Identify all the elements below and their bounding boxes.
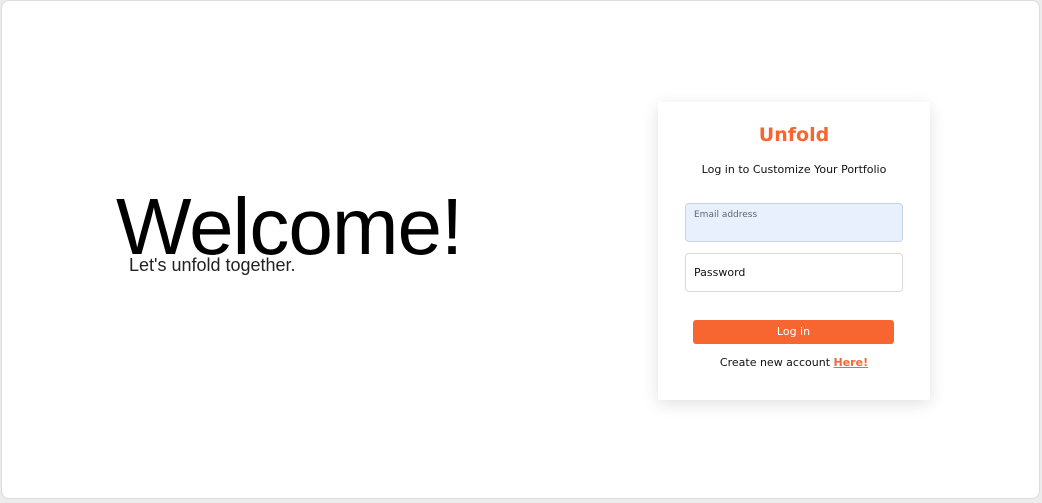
password-field-label: Password: [694, 266, 746, 279]
login-card: Unfold Log in to Customize Your Portfoli…: [658, 102, 930, 400]
login-button[interactable]: Log in: [693, 320, 894, 344]
email-field-label: Email address: [694, 210, 758, 220]
signup-prompt-text: Create new account: [719, 356, 834, 369]
brand-logo-text: Unfold: [758, 124, 830, 146]
password-field[interactable]: Password: [685, 253, 903, 292]
welcome-tagline: Let's unfold together.: [129, 255, 296, 275]
login-card-subtitle: Log in to Customize Your Portfolio: [701, 163, 887, 176]
signup-link[interactable]: Here!: [834, 356, 869, 369]
page-frame: Welcome! Let's unfold together. Unfold L…: [1, 0, 1040, 499]
email-field[interactable]: Email address: [685, 203, 903, 242]
signup-prompt: Create new account Here!: [658, 356, 930, 369]
